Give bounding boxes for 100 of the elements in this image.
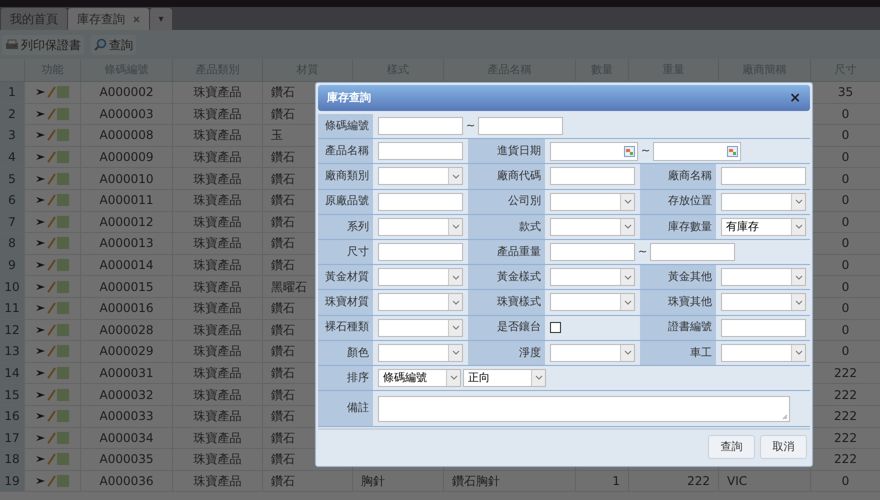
pencil-icon[interactable] [47, 324, 56, 336]
select-field[interactable] [721, 268, 806, 286]
square-icon[interactable] [57, 388, 69, 401]
pointer-icon[interactable] [36, 347, 46, 356]
pencil-icon[interactable] [47, 453, 56, 466]
select-field[interactable] [550, 344, 635, 362]
input-field[interactable] [550, 167, 635, 186]
pencil-icon[interactable] [47, 86, 56, 98]
pencil-icon[interactable] [47, 474, 56, 487]
print-button[interactable]: 列印保證書 [2, 34, 84, 54]
close-button[interactable]: × [789, 91, 801, 105]
search-button[interactable]: 查詢 [708, 435, 755, 459]
pointer-icon[interactable] [36, 153, 46, 162]
select-field[interactable] [378, 268, 463, 286]
pointer-icon[interactable] [36, 434, 46, 442]
select-field[interactable]: 有庫存 [721, 218, 806, 236]
cancel-button[interactable]: 取消 [760, 435, 807, 459]
pointer-icon[interactable] [36, 88, 46, 96]
square-icon[interactable] [57, 172, 69, 185]
checkbox[interactable] [550, 322, 561, 334]
square-icon[interactable] [57, 453, 69, 466]
square-icon[interactable] [57, 302, 69, 314]
select-field[interactable] [378, 318, 463, 337]
select-field[interactable] [721, 293, 806, 312]
pointer-icon[interactable] [36, 304, 46, 312]
pencil-icon[interactable] [47, 237, 56, 250]
square-icon[interactable] [57, 151, 69, 164]
notes-field[interactable] [378, 396, 790, 422]
pencil-icon[interactable] [47, 432, 56, 444]
pencil-icon[interactable] [47, 388, 56, 401]
pencil-icon[interactable] [47, 280, 56, 293]
select-field[interactable] [550, 218, 635, 236]
date-field[interactable] [550, 142, 638, 161]
resize-grip-icon[interactable] [782, 414, 788, 420]
select-field[interactable] [378, 293, 463, 312]
pointer-icon[interactable] [36, 218, 46, 226]
pencil-icon[interactable] [47, 302, 56, 314]
calendar-icon[interactable] [624, 146, 635, 157]
square-icon[interactable] [57, 280, 69, 293]
select-field[interactable] [378, 167, 463, 186]
pencil-icon[interactable] [47, 410, 56, 422]
pointer-icon[interactable] [36, 282, 46, 291]
pointer-icon[interactable] [36, 369, 46, 378]
select-field[interactable]: 正向 [463, 368, 546, 387]
square-icon[interactable] [57, 410, 69, 422]
pointer-icon[interactable] [36, 476, 46, 485]
pencil-icon[interactable] [47, 172, 56, 185]
select-field[interactable] [378, 218, 463, 236]
input-field[interactable] [478, 117, 564, 136]
pencil-icon[interactable] [47, 194, 56, 206]
input-field[interactable] [650, 243, 736, 262]
select-field[interactable] [550, 268, 635, 286]
square-icon[interactable] [57, 194, 69, 206]
square-icon[interactable] [57, 129, 69, 142]
square-icon[interactable] [57, 367, 69, 380]
select-field[interactable] [721, 344, 806, 362]
pointer-icon[interactable] [36, 131, 46, 140]
calendar-icon[interactable] [727, 146, 738, 157]
pencil-icon[interactable] [47, 151, 56, 164]
pointer-icon[interactable] [36, 239, 46, 248]
pointer-icon[interactable] [36, 412, 46, 420]
pointer-icon[interactable] [36, 326, 46, 334]
pointer-icon[interactable] [36, 110, 46, 118]
input-field[interactable] [378, 192, 463, 211]
pointer-icon[interactable] [36, 390, 46, 399]
square-icon[interactable] [57, 324, 69, 336]
input-field[interactable] [721, 318, 806, 337]
pointer-icon[interactable] [36, 174, 46, 183]
pencil-icon[interactable] [47, 216, 56, 228]
square-icon[interactable] [57, 237, 69, 250]
close-icon[interactable] [133, 16, 140, 22]
square-icon[interactable] [57, 216, 69, 228]
pencil-icon[interactable] [47, 129, 56, 142]
select-field[interactable] [721, 192, 806, 211]
pencil-icon[interactable] [47, 367, 56, 380]
pointer-icon[interactable] [36, 196, 46, 204]
input-field[interactable] [378, 142, 463, 160]
input-field[interactable] [550, 243, 635, 262]
input-field[interactable] [378, 243, 463, 262]
pointer-icon[interactable] [36, 261, 46, 270]
select-field[interactable]: 條碼編號 [378, 368, 461, 387]
square-icon[interactable] [57, 86, 69, 98]
pencil-icon[interactable] [47, 259, 56, 272]
select-field[interactable] [550, 192, 635, 211]
tab[interactable]: 庫存查詢 [68, 8, 149, 30]
input-field[interactable] [378, 117, 463, 136]
date-field[interactable] [653, 142, 742, 161]
tab-menu-button[interactable]: ▾ [150, 8, 172, 30]
square-icon[interactable] [57, 108, 69, 120]
search-button[interactable]: 查詢 [91, 34, 136, 54]
square-icon[interactable] [57, 432, 69, 444]
pencil-icon[interactable] [47, 108, 56, 120]
input-field[interactable] [721, 167, 806, 186]
select-field[interactable] [378, 344, 463, 362]
select-field[interactable] [550, 293, 635, 312]
pencil-icon[interactable] [47, 345, 56, 358]
square-icon[interactable] [57, 259, 69, 272]
square-icon[interactable] [57, 474, 69, 487]
pointer-icon[interactable] [36, 455, 46, 464]
square-icon[interactable] [57, 345, 69, 358]
